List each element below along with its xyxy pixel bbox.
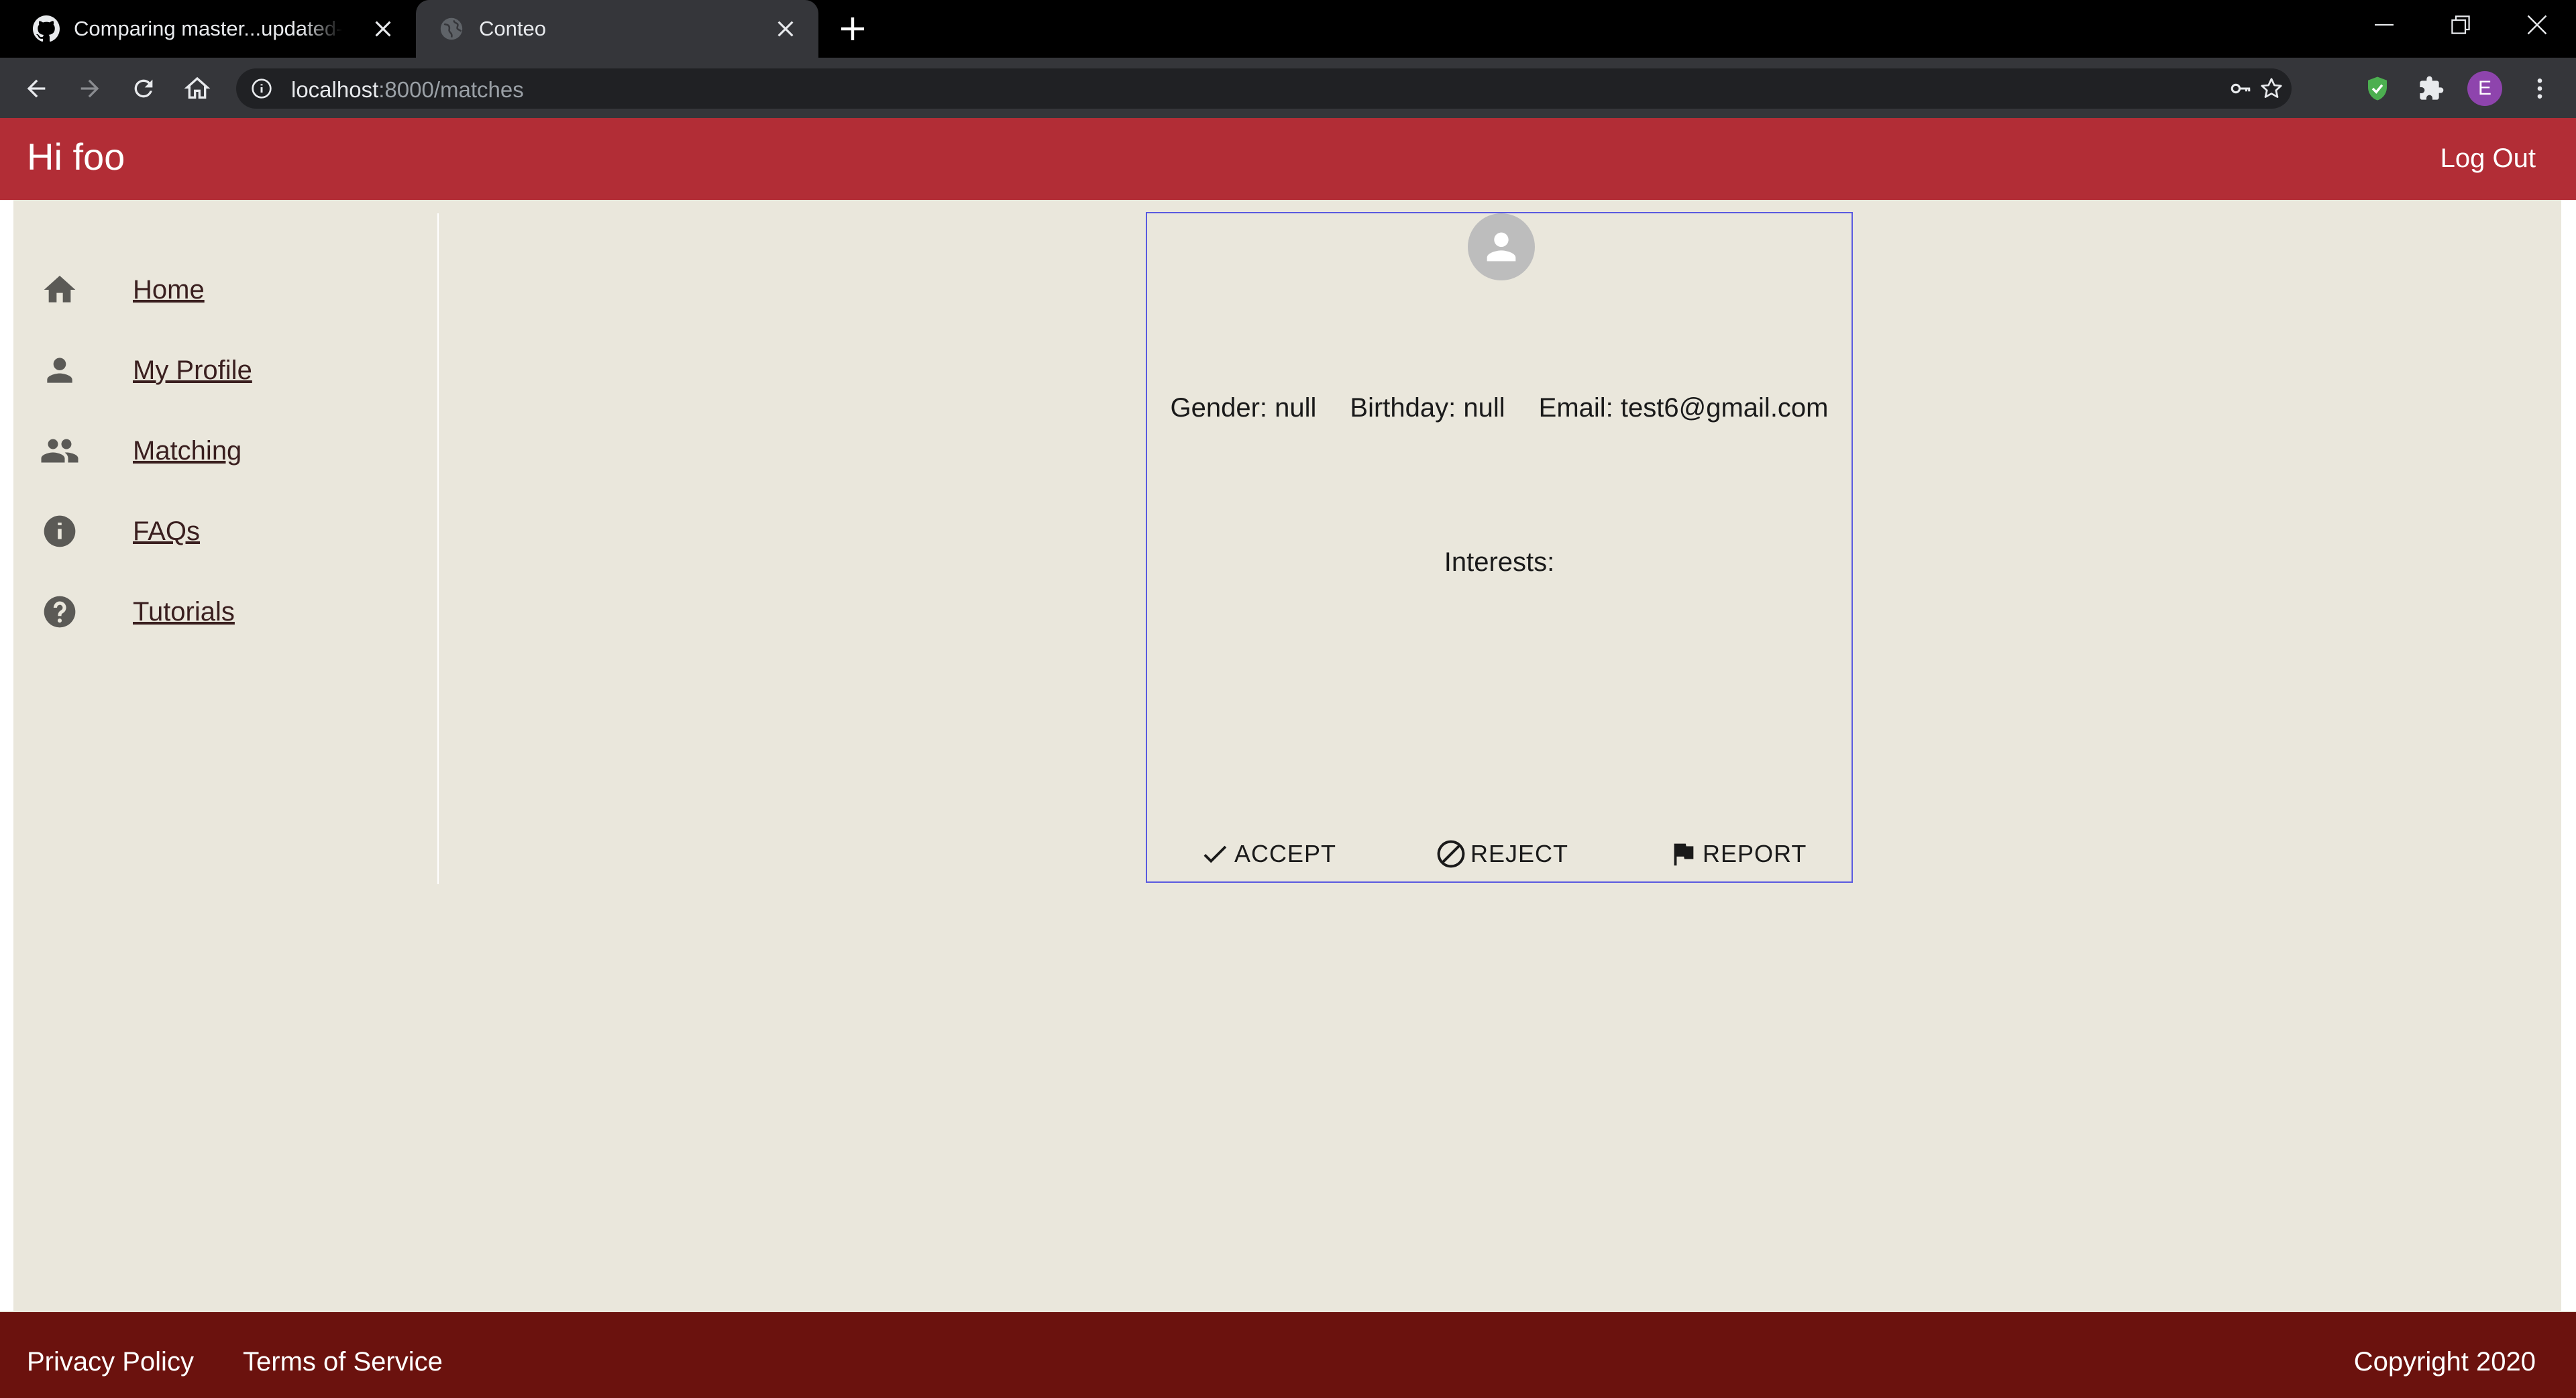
gender-text: Gender: null	[1170, 393, 1317, 423]
sidebar-item-my-profile[interactable]: My Profile	[43, 343, 252, 397]
app-viewport: Hi foo Log Out Home My Profile Matching	[0, 118, 2576, 1398]
email-text: Email: test6@gmail.com	[1538, 393, 1829, 423]
close-tab-icon[interactable]	[770, 13, 801, 44]
shield-extension-icon[interactable]	[2359, 70, 2396, 107]
greeting-title: Hi foo	[27, 136, 125, 178]
app-header: Hi foo Log Out	[0, 118, 2576, 200]
copyright-text: Copyright 2020	[2353, 1347, 2536, 1377]
birthday-text: Birthday: null	[1350, 393, 1505, 423]
logout-button[interactable]: Log Out	[2440, 144, 2536, 174]
sidebar-item-label: My Profile	[133, 355, 252, 385]
reload-icon[interactable]	[126, 71, 161, 106]
match-actions: ACCEPT REJECT REPORT	[1147, 830, 1851, 877]
address-bar[interactable]: localhost:8000/matches	[236, 68, 2292, 109]
close-window-icon[interactable]	[2517, 9, 2557, 40]
sidebar-item-label: Home	[133, 274, 205, 305]
accept-button[interactable]: ACCEPT	[1198, 830, 1336, 877]
info-icon	[30, 504, 90, 558]
left-frame	[0, 200, 13, 1311]
home-icon	[30, 263, 90, 317]
tab-github-compare[interactable]: Comparing master...updated-app	[0, 0, 416, 58]
sidebar-item-label: Tutorials	[133, 596, 235, 627]
person-icon	[30, 343, 90, 397]
profile-avatar[interactable]: E	[2466, 70, 2504, 107]
tab-conteo[interactable]: Conteo	[416, 0, 818, 58]
block-icon	[1434, 837, 1468, 871]
tab-title: Conteo	[479, 17, 546, 40]
forward-icon[interactable]	[72, 71, 107, 106]
new-tab-icon[interactable]	[837, 13, 868, 44]
report-button[interactable]: REPORT	[1666, 830, 1807, 877]
match-card: Gender: null Birthday: null Email: test6…	[1146, 212, 1853, 883]
browser-menu-icon[interactable]	[2521, 70, 2559, 107]
accept-label: ACCEPT	[1234, 840, 1337, 867]
interests-label: Interests:	[1444, 547, 1555, 577]
people-icon	[30, 424, 90, 478]
back-icon[interactable]	[19, 71, 54, 106]
home-browser-icon[interactable]	[180, 71, 215, 106]
avatar	[1468, 213, 1535, 280]
right-frame	[2561, 200, 2576, 1311]
browser-toolbar: localhost:8000/matches E	[0, 58, 2576, 118]
globe-icon	[436, 13, 467, 44]
github-icon	[31, 13, 62, 44]
match-info-row: Gender: null Birthday: null Email: test6…	[1147, 393, 1851, 423]
extensions-puzzle-icon[interactable]	[2412, 70, 2450, 107]
check-icon	[1198, 837, 1232, 871]
reject-button[interactable]: REJECT	[1434, 830, 1568, 877]
restore-icon[interactable]	[2440, 9, 2481, 40]
sidebar-item-label: Matching	[133, 435, 242, 466]
tab-title: Comparing master...updated-app	[74, 17, 342, 40]
footer: Privacy Policy Terms of Service Copyrigh…	[0, 1312, 2576, 1398]
sidebar-item-faqs[interactable]: FAQs	[43, 504, 200, 558]
bookmark-star-icon[interactable]	[2257, 74, 2286, 103]
report-label: REPORT	[1703, 840, 1807, 867]
minimize-icon[interactable]	[2364, 9, 2404, 40]
sidebar-item-home[interactable]: Home	[43, 263, 205, 317]
sidebar: Home My Profile Matching FAQs Tutorials	[13, 213, 439, 884]
sidebar-item-matching[interactable]: Matching	[41, 424, 242, 478]
key-icon[interactable]	[2226, 74, 2255, 103]
person-icon	[1487, 232, 1516, 262]
sidebar-item-label: FAQs	[133, 516, 201, 546]
privacy-policy-link[interactable]: Privacy Policy	[27, 1347, 194, 1377]
browser-tab-bar: Comparing master...updated-app Conteo	[0, 0, 2576, 58]
terms-of-service-link[interactable]: Terms of Service	[243, 1347, 443, 1377]
reject-label: REJECT	[1470, 840, 1569, 867]
close-tab-icon[interactable]	[368, 13, 398, 44]
flag-icon	[1666, 837, 1700, 871]
help-icon	[30, 585, 90, 639]
sidebar-item-tutorials[interactable]: Tutorials	[43, 585, 235, 639]
url-text[interactable]: localhost:8000/matches	[291, 77, 524, 103]
site-info-icon[interactable]	[248, 75, 275, 102]
